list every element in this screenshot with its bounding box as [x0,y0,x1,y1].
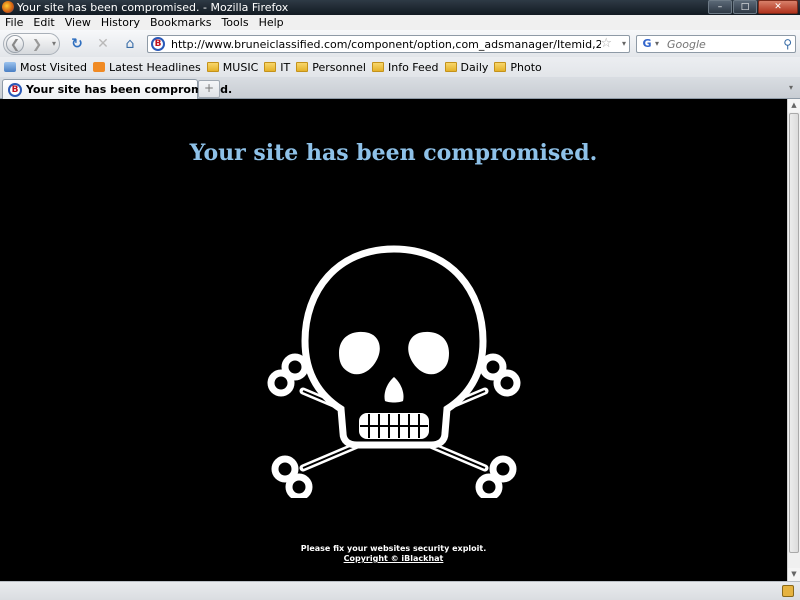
menu-bar: File Edit View History Bookmarks Tools H… [0,15,800,30]
menu-file[interactable]: File [0,15,28,30]
menu-view[interactable]: View [60,15,96,30]
status-bar [0,581,800,600]
back-button[interactable]: ❮ [6,35,24,53]
reload-button[interactable]: ↻ [68,35,86,53]
folder-icon [444,62,457,72]
bookmarks-toolbar: Most Visited Latest Headlines MUSIC IT P… [0,57,800,77]
scroll-up-icon[interactable]: ▲ [788,99,800,112]
back-forward-group: ❮ ❯ ▾ [3,33,60,55]
bookmark-daily[interactable]: Daily [444,61,488,74]
menu-tools[interactable]: Tools [216,15,253,30]
vertical-scrollbar[interactable]: ▲ ▼ [787,99,800,581]
minimize-button[interactable]: – [708,0,732,14]
new-tab-button[interactable]: + [198,80,220,98]
page-headline: Your site has been compromised. [189,140,598,166]
most-visited-icon [4,62,16,72]
list-all-tabs-icon[interactable]: ▾ [784,80,798,96]
scrollbar-thumb[interactable] [789,113,799,553]
search-engine-dropdown-icon[interactable]: ▾ [655,37,659,51]
tab-strip: B Your site has been compromised. + ▾ [0,77,800,99]
search-input[interactable] [667,37,777,51]
menu-bookmarks[interactable]: Bookmarks [145,15,216,30]
bookmark-latest-headlines[interactable]: Latest Headlines [92,61,201,74]
forward-button[interactable]: ❯ [28,35,46,53]
security-message: Please fix your websites security exploi… [300,544,487,553]
history-dropdown-icon[interactable]: ▾ [49,36,59,52]
folder-icon [296,62,309,72]
menu-history[interactable]: History [96,15,145,30]
folder-icon [206,62,219,72]
bookmark-star-icon[interactable]: ☆ [600,36,612,52]
maximize-button[interactable]: □ [733,0,757,14]
close-window-button[interactable]: ✕ [758,0,798,14]
window-title: Your site has been compromised. - Mozill… [17,1,289,14]
copyright-link[interactable]: Copyright © iBlackhat [0,554,787,563]
skull-and-crossbones-icon [263,243,525,501]
google-icon[interactable]: G [640,37,654,51]
menu-edit[interactable]: Edit [28,15,59,30]
window-controls: – □ ✕ [708,0,798,14]
menu-help[interactable]: Help [254,15,289,30]
url-text[interactable]: http://www.bruneiclassified.com/componen… [171,38,601,51]
bookmark-personnel[interactable]: Personnel [296,61,366,74]
folder-icon [494,62,507,72]
addon-status-icon[interactable] [782,585,794,597]
scroll-down-icon[interactable]: ▼ [788,568,800,581]
bookmark-most-visited[interactable]: Most Visited [4,61,87,74]
home-button[interactable]: ⌂ [121,35,139,53]
folder-icon [264,62,277,72]
address-bar[interactable]: B http://www.bruneiclassified.com/compon… [147,35,630,53]
firefox-icon [2,1,14,13]
stop-button[interactable]: ✕ [94,35,112,53]
rss-icon [92,62,105,72]
bookmark-it[interactable]: IT [264,61,290,74]
skull-and-crossbones-graphic [267,245,521,501]
tab-compromised[interactable]: B Your site has been compromised. [2,79,232,99]
navigation-toolbar: ❮ ❯ ▾ ↻ ✕ ⌂ B http://www.bruneiclassifie… [0,30,800,57]
bookmark-photo[interactable]: Photo [494,61,542,74]
page-content: Your site has been compromised. Please f… [0,99,787,581]
tab-favicon: B [8,83,22,97]
window-title-bar[interactable]: Your site has been compromised. - Mozill… [0,0,800,15]
search-bar: G ▾ ⚲ [636,35,796,53]
folder-icon [371,62,384,72]
search-icon[interactable]: ⚲ [783,36,792,52]
bookmark-music[interactable]: MUSIC [206,61,258,74]
site-favicon: B [151,37,165,51]
url-dropdown-icon[interactable]: ▾ [622,37,626,51]
bookmark-info-feed[interactable]: Info Feed [371,61,439,74]
